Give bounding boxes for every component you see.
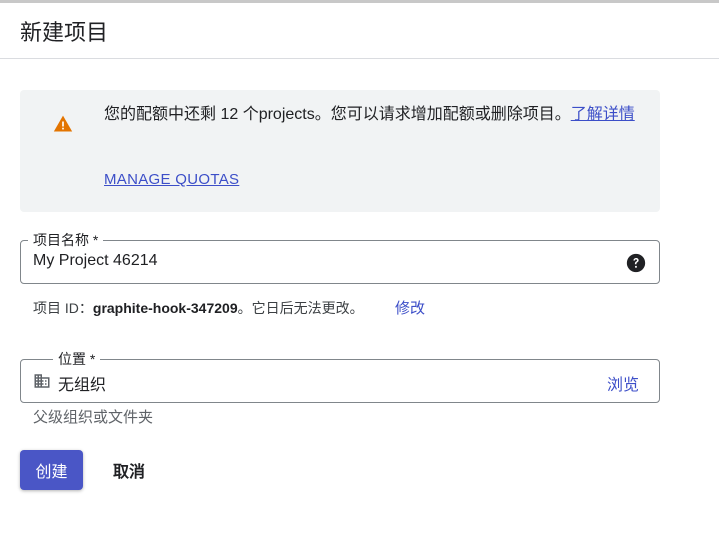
edit-project-id-link[interactable]: 修改 [395,297,425,318]
browse-button[interactable]: 浏览 [607,371,639,395]
location-value: 无组织 [58,377,107,394]
create-button[interactable]: 创建 [20,450,83,490]
manage-quotas-link[interactable]: MANAGE QUOTAS [104,171,239,188]
project-name-label: 项目名称 * [28,230,104,250]
page-title: 新建项目 [20,20,109,45]
organization-icon [34,374,50,388]
project-name-input[interactable]: My Project 46214 [33,252,158,270]
help-icon[interactable] [625,252,647,274]
quota-message: 您的配额中还剩 12 个projects。您可以请求增加配额或删除项目。了解详情 [104,102,644,127]
location-label: 位置 * [53,349,101,369]
project-id-value: graphite-hook-347209 [92,300,238,316]
project-id-info: 项目 ID：graphite-hook-347209。它日后无法更改。 [33,298,364,318]
learn-more-link[interactable]: 了解详情 [571,106,635,123]
warning-icon [53,115,73,132]
cancel-button[interactable]: 取消 [100,450,158,490]
project-name-field[interactable]: 项目名称 * My Project 46214 [20,230,660,284]
location-hint: 父级组织或文件夹 [33,409,154,426]
project-id-suffix: 。它日后无法更改。 [237,300,364,316]
quota-notice: 您的配额中还剩 12 个projects。您可以请求增加配额或删除项目。了解详情… [20,90,660,212]
location-field[interactable]: 位置 * 无组织 浏览 [20,349,660,403]
project-id-prefix: 项目 ID： [33,300,93,316]
quota-message-text: 您的配额中还剩 12 个projects。您可以请求增加配额或删除项目。 [104,106,571,123]
page-header: 新建项目 [0,3,719,59]
